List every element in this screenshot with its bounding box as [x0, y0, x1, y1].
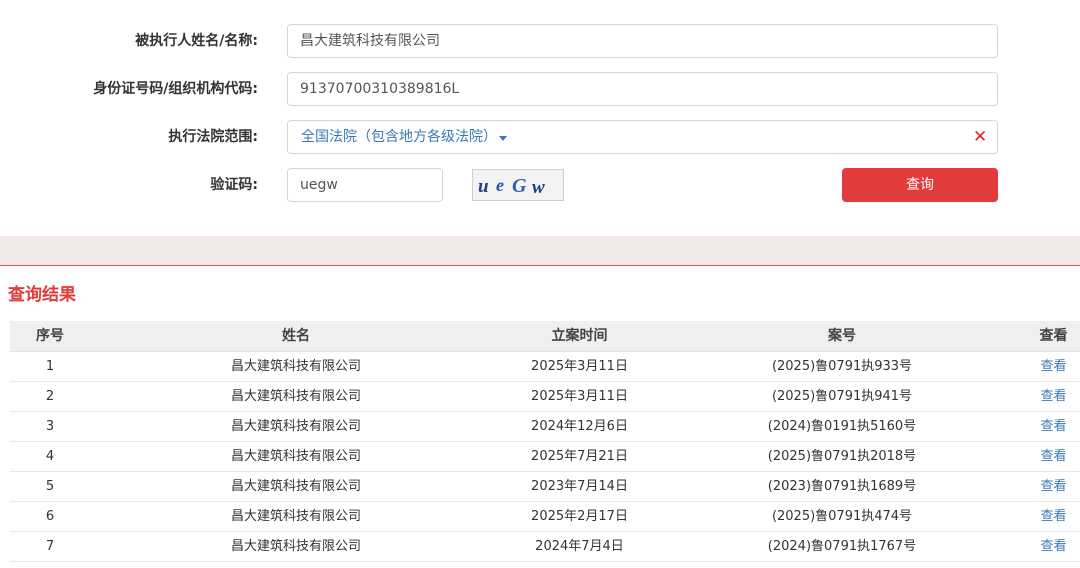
court-label: 执行法院范围:: [168, 129, 258, 145]
results-title: 查询结果: [8, 285, 76, 305]
court-select[interactable]: 全国法院（包含地方各级法院） ✕: [287, 120, 998, 154]
cell-case: (2025)鲁0791执2018号: [767, 449, 917, 464]
cell-number: 6: [45, 509, 55, 524]
cell-date: 2025年3月11日: [531, 359, 628, 374]
id-row: 身份证号码/组织机构代码: 91370700310389816L: [0, 72, 1080, 106]
view-cell: 查看: [1027, 412, 1080, 441]
cell-date: 2025年7月21日: [531, 449, 628, 464]
cell-number: 4: [45, 449, 55, 464]
cell-date: 2025年2月17日: [531, 509, 628, 524]
column-header-case: 案号: [828, 328, 856, 344]
table-row: 4 昌大建筑科技有限公司 2025年7月21日 (2025)鲁0791执2018…: [10, 442, 1080, 472]
captcha-input[interactable]: uegw: [287, 168, 443, 202]
column-header-name: 姓名: [282, 328, 310, 344]
column-header-view: 查看: [1039, 328, 1068, 344]
cell-case: (2023)鲁0791执1689号: [767, 479, 917, 494]
id-input[interactable]: 91370700310389816L: [287, 72, 998, 106]
view-link[interactable]: 查看: [1040, 539, 1066, 554]
name-input[interactable]: 昌大建筑科技有限公司: [287, 24, 998, 58]
cell-case: (2025)鲁0791执941号: [771, 389, 913, 404]
search-button[interactable]: 查询: [842, 168, 998, 202]
table-row: 6 昌大建筑科技有限公司 2025年2月17日 (2025)鲁0791执474号…: [10, 502, 1080, 532]
svg-text:e: e: [496, 175, 504, 195]
section-divider: [0, 236, 1080, 266]
cell-number: 7: [45, 539, 55, 554]
captcha-label: 验证码:: [210, 177, 258, 193]
id-label: 身份证号码/组织机构代码:: [93, 81, 258, 97]
court-select-value: 全国法院（包含地方各级法院）: [301, 129, 497, 145]
table-row: 7 昌大建筑科技有限公司 2024年7月4日 (2024)鲁0791执1767号…: [10, 532, 1080, 562]
cell-date: 2025年3月11日: [531, 389, 628, 404]
court-row: 执行法院范围: 全国法院（包含地方各级法院） ✕: [0, 120, 1080, 154]
cell-name: 昌大建筑科技有限公司: [230, 449, 361, 464]
cell-number: 1: [45, 359, 55, 374]
svg-text:u: u: [478, 176, 489, 197]
cell-name: 昌大建筑科技有限公司: [230, 509, 361, 524]
cell-number: 3: [45, 419, 55, 434]
cell-name: 昌大建筑科技有限公司: [230, 389, 361, 404]
cell-date: 2023年7月14日: [531, 479, 628, 494]
cell-case: (2025)鲁0791执474号: [771, 509, 913, 524]
view-cell: 查看: [1027, 442, 1080, 471]
cell-case: (2025)鲁0791执933号: [771, 359, 913, 374]
captcha-row: 验证码: uegw u e G w 查询: [0, 168, 1080, 202]
table-row: 3 昌大建筑科技有限公司 2024年12月6日 (2024)鲁0191执5160…: [10, 412, 1080, 442]
close-icon[interactable]: ✕: [973, 128, 987, 146]
view-link[interactable]: 查看: [1040, 359, 1066, 374]
view-link[interactable]: 查看: [1040, 419, 1066, 434]
table-row: 2 昌大建筑科技有限公司 2025年3月11日 (2025)鲁0791执941号…: [10, 382, 1080, 412]
cell-name: 昌大建筑科技有限公司: [230, 479, 361, 494]
results-table: 序号 姓名 立案时间 案号 查看 1 昌大建筑科技有限公司 2025年3月11日…: [10, 321, 1080, 562]
svg-text:w: w: [532, 177, 545, 198]
view-cell: 查看: [1027, 352, 1080, 381]
captcha-image[interactable]: u e G w: [472, 169, 564, 201]
name-label: 被执行人姓名/名称:: [135, 33, 258, 49]
table-row: 1 昌大建筑科技有限公司 2025年3月11日 (2025)鲁0791执933号…: [10, 352, 1080, 382]
cell-number: 2: [45, 389, 55, 404]
svg-text:G: G: [512, 175, 527, 197]
cell-number: 5: [45, 479, 55, 494]
column-header-date: 立案时间: [551, 328, 608, 344]
captcha-graphic: u e G w: [473, 170, 563, 200]
caret-down-icon: [499, 136, 507, 141]
cell-name: 昌大建筑科技有限公司: [230, 359, 361, 374]
view-link[interactable]: 查看: [1040, 509, 1066, 524]
cell-date: 2024年12月6日: [531, 419, 628, 434]
cell-name: 昌大建筑科技有限公司: [230, 419, 361, 434]
view-cell: 查看: [1027, 382, 1080, 411]
view-link[interactable]: 查看: [1040, 479, 1066, 494]
cell-name: 昌大建筑科技有限公司: [230, 539, 361, 554]
view-cell: 查看: [1027, 502, 1080, 531]
column-header-number: 序号: [36, 328, 64, 344]
name-row: 被执行人姓名/名称: 昌大建筑科技有限公司: [0, 24, 1080, 58]
view-link[interactable]: 查看: [1040, 449, 1066, 464]
view-link[interactable]: 查看: [1040, 389, 1066, 404]
view-cell: 查看: [1027, 532, 1080, 561]
table-row: 5 昌大建筑科技有限公司 2023年7月14日 (2023)鲁0791执1689…: [10, 472, 1080, 502]
cell-case: (2024)鲁0791执1767号: [767, 539, 917, 554]
cell-date: 2024年7月4日: [535, 539, 624, 554]
view-cell: 查看: [1027, 472, 1080, 501]
cell-case: (2024)鲁0191执5160号: [767, 419, 917, 434]
table-header: 序号 姓名 立案时间 案号 查看: [10, 321, 1080, 352]
